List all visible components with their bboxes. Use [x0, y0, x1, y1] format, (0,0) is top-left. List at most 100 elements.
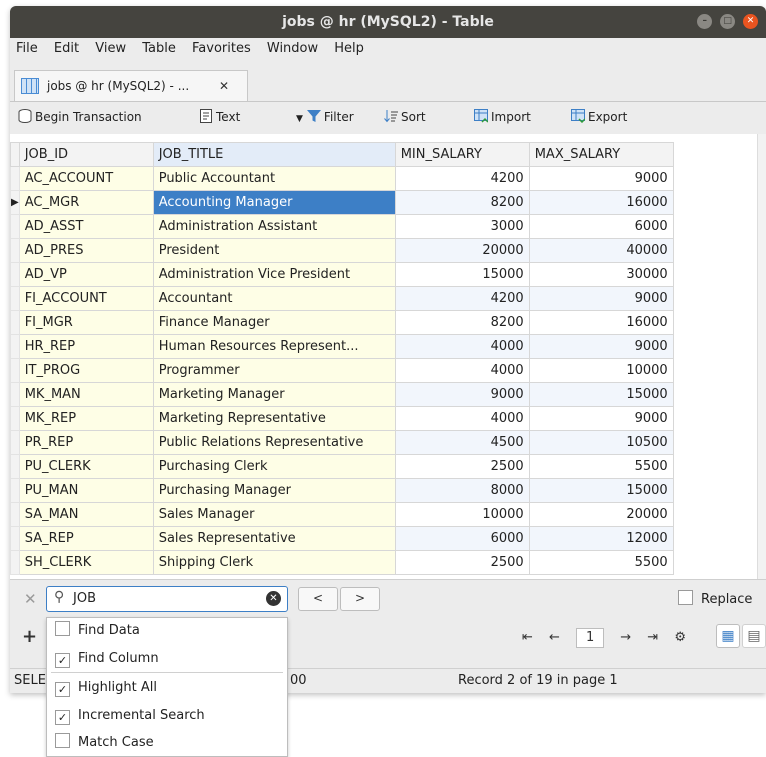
find-data-checkbox[interactable]	[55, 621, 70, 636]
cell-min-salary[interactable]: 6000	[394, 526, 530, 551]
cell-min-salary[interactable]: 4200	[394, 166, 530, 191]
column-header-job-id[interactable]: JOB_ID	[18, 142, 154, 167]
table-row[interactable]: AD_PRES President 20000 40000	[10, 238, 674, 263]
cell-max-salary[interactable]: 40000	[528, 238, 674, 263]
cell-job-id[interactable]: AD_VP	[18, 262, 154, 287]
import-button[interactable]: Import	[474, 108, 531, 126]
close-window-button[interactable]: ✕	[743, 14, 758, 29]
option-match-case[interactable]: Match Case	[55, 732, 154, 754]
cell-min-salary[interactable]: 15000	[394, 262, 530, 287]
replace-toggle[interactable]: Replace	[678, 590, 752, 607]
export-button[interactable]: Export	[571, 108, 627, 126]
table-row[interactable]: HR_REP Human Resources Represent... 4000 90…	[10, 334, 674, 359]
cell-max-salary[interactable]: 30000	[528, 262, 674, 287]
cell-min-salary[interactable]: 4000	[394, 334, 530, 359]
table-row[interactable]: FI_MGR Finance Manager 8200 16000	[10, 310, 674, 335]
menu-help[interactable]: Help	[328, 38, 370, 56]
table-row[interactable]: SH_CLERK Shipping Clerk 2500 5500	[10, 550, 674, 575]
clear-search-icon[interactable]: ✕	[266, 591, 281, 606]
cell-job-title[interactable]: Purchasing Manager	[152, 478, 396, 503]
cell-job-title[interactable]: President	[152, 238, 396, 263]
cell-min-salary[interactable]: 4000	[394, 358, 530, 383]
find-previous-button[interactable]: <	[298, 587, 338, 611]
cell-job-id[interactable]: AC_ACCOUNT	[18, 166, 154, 191]
table-row[interactable]: SA_REP Sales Representative 6000 12000	[10, 526, 674, 551]
cell-job-title[interactable]: Human Resources Represent...	[152, 334, 396, 359]
cell-max-salary[interactable]: 6000	[528, 214, 674, 239]
cell-job-title[interactable]: Administration Vice President	[152, 262, 396, 287]
cell-min-salary[interactable]: 2500	[394, 454, 530, 479]
add-row-icon[interactable]: +	[22, 626, 37, 647]
cell-job-title[interactable]: Purchasing Clerk	[152, 454, 396, 479]
cell-job-id[interactable]: SA_MAN	[18, 502, 154, 527]
filter-button[interactable]: ▼ Filter	[296, 108, 354, 126]
highlight-all-checkbox[interactable]: ✓	[55, 682, 70, 697]
cell-min-salary[interactable]: 3000	[394, 214, 530, 239]
cell-max-salary[interactable]: 9000	[528, 286, 674, 311]
cell-min-salary[interactable]: 2500	[394, 550, 530, 575]
replace-checkbox[interactable]	[678, 590, 693, 605]
table-row[interactable]: PR_REP Public Relations Representative 450…	[10, 430, 674, 455]
cell-job-title[interactable]: Shipping Clerk	[152, 550, 396, 575]
table-row[interactable]: IT_PROG Programmer 4000 10000	[10, 358, 674, 383]
form-view-button[interactable]: ▤	[742, 624, 766, 648]
cell-min-salary[interactable]: 20000	[394, 238, 530, 263]
table-row[interactable]: MK_MAN Marketing Manager 9000 15000	[10, 382, 674, 407]
cell-job-id[interactable]: PU_MAN	[18, 478, 154, 503]
cell-max-salary[interactable]: 10500	[528, 430, 674, 455]
cell-job-id[interactable]: SA_REP	[18, 526, 154, 551]
last-page-icon[interactable]: ⇥	[647, 630, 658, 645]
cell-max-salary[interactable]: 5500	[528, 454, 674, 479]
close-find-icon[interactable]: ✕	[24, 590, 37, 608]
cell-job-id[interactable]: FI_ACCOUNT	[18, 286, 154, 311]
cell-max-salary[interactable]: 15000	[528, 382, 674, 407]
cell-job-id[interactable]: HR_REP	[18, 334, 154, 359]
cell-job-id[interactable]: PR_REP	[18, 430, 154, 455]
search-input[interactable]: JOB	[73, 591, 96, 606]
table-row[interactable]: AD_VP Administration Vice President 15000 3…	[10, 262, 674, 287]
cell-job-id[interactable]: FI_MGR	[18, 310, 154, 335]
table-row[interactable]: PU_MAN Purchasing Manager 8000 15000	[10, 478, 674, 503]
cell-min-salary[interactable]: 4000	[394, 406, 530, 431]
cell-job-title[interactable]: Sales Representative	[152, 526, 396, 551]
option-find-column[interactable]: ✓ Find Column	[55, 648, 159, 670]
text-button[interactable]: Text	[199, 108, 240, 126]
cell-job-title[interactable]: Marketing Manager	[152, 382, 396, 407]
cell-max-salary[interactable]: 9000	[528, 166, 674, 191]
option-find-data[interactable]: Find Data	[55, 620, 140, 642]
close-tab-icon[interactable]: ✕	[219, 71, 229, 101]
table-row[interactable]: AD_ASST Administration Assistant 3000 6000	[10, 214, 674, 239]
page-number-input[interactable]: 1	[576, 628, 605, 648]
cell-job-title[interactable]: Finance Manager	[152, 310, 396, 335]
cell-min-salary[interactable]: 9000	[394, 382, 530, 407]
match-case-checkbox[interactable]	[55, 733, 70, 748]
cell-job-id[interactable]: AC_MGR	[18, 190, 154, 215]
incremental-search-checkbox[interactable]: ✓	[55, 710, 70, 725]
cell-min-salary[interactable]: 8200	[394, 190, 530, 215]
cell-job-title[interactable]: Administration Assistant	[152, 214, 396, 239]
first-page-icon[interactable]: ⇤	[522, 630, 533, 645]
column-header-min-salary[interactable]: MIN_SALARY	[394, 142, 530, 167]
menu-table[interactable]: Table	[136, 38, 182, 56]
minimize-button[interactable]: –	[697, 14, 713, 29]
cell-job-title[interactable]: Accountant	[152, 286, 396, 311]
cell-max-salary[interactable]: 12000	[528, 526, 674, 551]
cell-job-title[interactable]: Public Accountant	[152, 166, 396, 191]
menu-window[interactable]: Window	[261, 38, 324, 56]
begin-transaction-button[interactable]: Begin Transaction	[18, 108, 142, 126]
cell-job-id[interactable]: SH_CLERK	[18, 550, 154, 575]
table-row[interactable]: AC_ACCOUNT Public Accountant 4200 9000	[10, 166, 674, 191]
cell-job-id[interactable]: IT_PROG	[18, 358, 154, 383]
menu-favorites[interactable]: Favorites	[186, 38, 257, 56]
cell-max-salary[interactable]: 10000	[528, 358, 674, 383]
sort-button[interactable]: Sort	[384, 108, 426, 126]
cell-job-id[interactable]: MK_MAN	[18, 382, 154, 407]
cell-max-salary[interactable]: 16000	[528, 190, 674, 215]
cell-job-title[interactable]: Sales Manager	[152, 502, 396, 527]
tab-jobs-table[interactable]: jobs @ hr (MySQL2) - ... ✕	[14, 70, 248, 101]
cell-max-salary[interactable]: 9000	[528, 334, 674, 359]
cell-job-title[interactable]: Marketing Representative	[152, 406, 396, 431]
cell-min-salary[interactable]: 4200	[394, 286, 530, 311]
table-row[interactable]: PU_CLERK Purchasing Clerk 2500 5500	[10, 454, 674, 479]
grid-view-button[interactable]: ▦	[716, 624, 740, 648]
